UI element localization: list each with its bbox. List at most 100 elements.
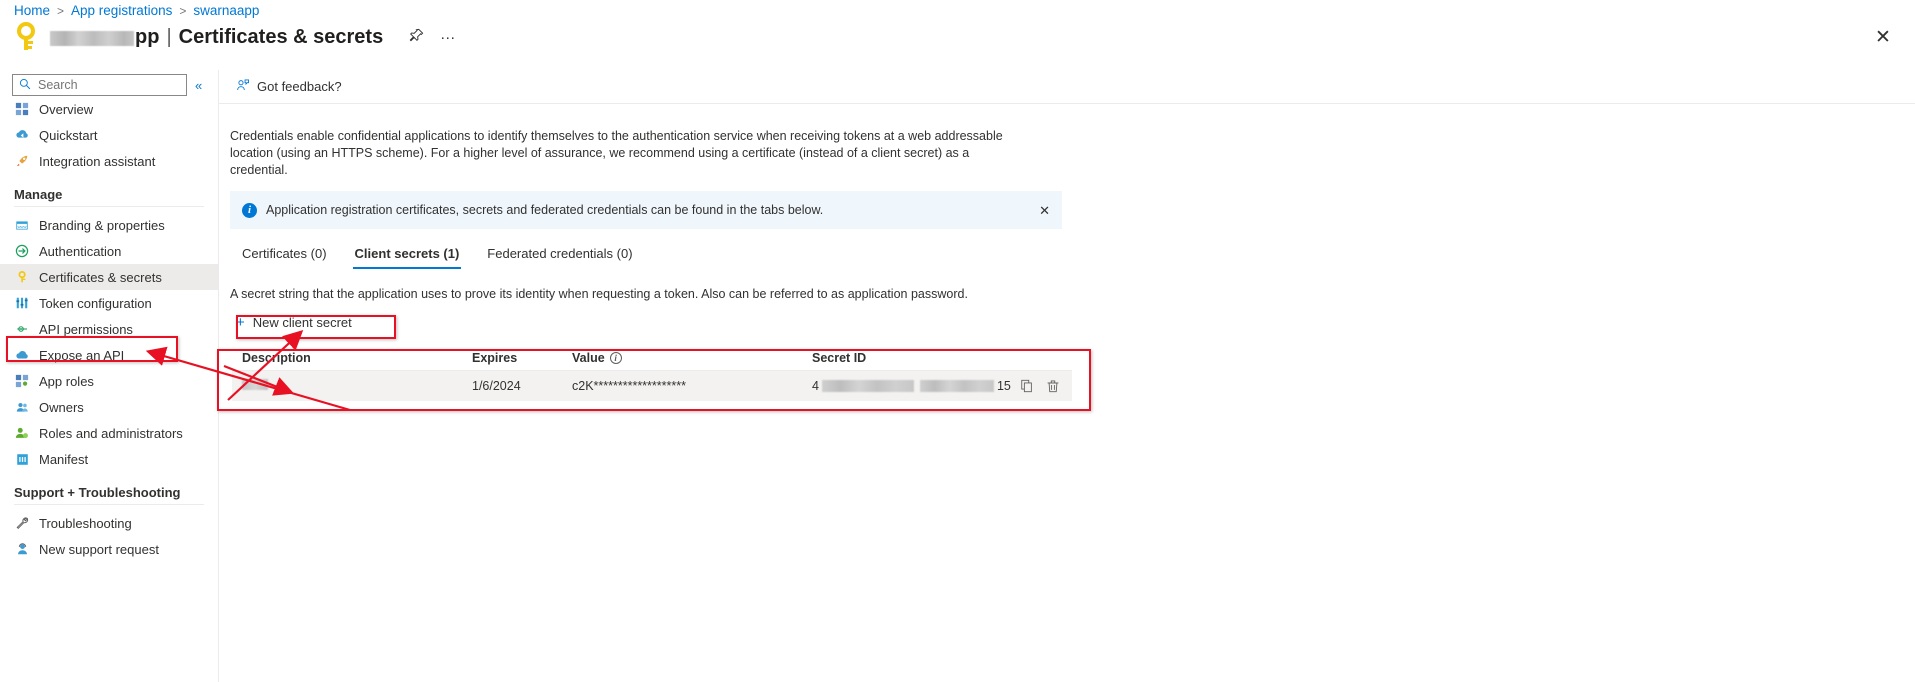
- sidebar-item-new-support-request[interactable]: New support request: [0, 536, 218, 562]
- cell-description: [232, 379, 472, 393]
- close-icon[interactable]: ✕: [1871, 25, 1895, 49]
- got-feedback-label: Got feedback?: [257, 79, 342, 94]
- breadcrumb-item-swarnaapp[interactable]: swarnaapp: [193, 3, 259, 18]
- support-request-icon: [14, 541, 30, 557]
- pin-icon[interactable]: [409, 28, 424, 47]
- breadcrumb-item-app-registrations[interactable]: App registrations: [71, 3, 172, 18]
- key-icon: [14, 269, 30, 285]
- info-banner-text: Application registration certificates, s…: [266, 203, 824, 217]
- sidebar-item-label: Branding & properties: [39, 217, 165, 233]
- sidebar-item-owners[interactable]: Owners: [0, 394, 218, 420]
- sidebar-item-branding-properties[interactable]: www Branding & properties: [0, 212, 218, 238]
- command-bar: Got feedback?: [218, 70, 1915, 104]
- sidebar-item-quickstart[interactable]: Quickstart: [0, 122, 218, 148]
- breadcrumb-separator: >: [57, 3, 65, 18]
- more-options-icon[interactable]: ···: [440, 29, 455, 46]
- sidebar-item-api-permissions[interactable]: API permissions: [0, 316, 218, 342]
- cell-expires: 1/6/2024: [472, 379, 521, 393]
- credentials-description: Credentials enable confidential applicat…: [230, 129, 1003, 177]
- sidebar-item-label: New support request: [39, 541, 159, 557]
- expose-api-icon: [14, 347, 30, 363]
- sidebar-item-label: Overview: [39, 101, 94, 117]
- quickstart-icon: [14, 127, 30, 143]
- sidebar-item-overview[interactable]: Overview: [0, 96, 218, 122]
- owners-icon: [14, 399, 30, 415]
- sidebar-item-label: Quickstart: [39, 127, 98, 143]
- column-header-secret-id[interactable]: Secret ID: [812, 351, 1072, 365]
- redacted-app-name: [50, 30, 134, 46]
- search-box[interactable]: [12, 74, 187, 96]
- breadcrumb-item-home[interactable]: Home: [14, 3, 50, 18]
- tab-federated-credentials[interactable]: Federated credentials (0): [473, 246, 646, 269]
- sidebar-item-label: Integration assistant: [39, 153, 156, 169]
- redacted-description: [242, 379, 268, 390]
- sidebar-item-label: App roles: [39, 373, 94, 389]
- sidebar-item-label: Expose an API: [39, 347, 125, 363]
- redacted-secret-id: [919, 380, 994, 392]
- sidebar-item-app-roles[interactable]: App roles: [0, 368, 218, 394]
- table-header-row: Description Expires Value i Secret ID: [232, 345, 1072, 371]
- api-permissions-icon: [14, 321, 30, 337]
- new-client-secret-button[interactable]: + New client secret: [232, 312, 356, 333]
- feedback-icon: [236, 79, 250, 95]
- svg-text:www: www: [18, 223, 27, 228]
- app-roles-icon: [14, 373, 30, 389]
- column-header-description[interactable]: Description: [232, 351, 472, 365]
- collapse-sidebar-button[interactable]: «: [195, 78, 202, 93]
- sidebar-item-label: Certificates & secrets: [39, 269, 162, 285]
- sidebar-item-label: Authentication: [39, 243, 122, 259]
- info-banner: i Application registration certificates,…: [230, 191, 1062, 229]
- cell-value: c2K*******************: [572, 379, 686, 393]
- sidebar-item-label: Manifest: [39, 451, 89, 467]
- column-header-value[interactable]: Value i: [572, 351, 812, 365]
- overview-icon: [14, 101, 30, 117]
- sidebar-item-token-configuration[interactable]: Token configuration: [0, 290, 218, 316]
- secret-id-prefix: 4: [812, 379, 819, 393]
- divider: [14, 206, 204, 207]
- delete-icon[interactable]: [1046, 379, 1060, 393]
- app-name-suffix: pp: [135, 25, 160, 48]
- sidebar-top-items: Overview Quickstart Integration assistan…: [0, 96, 218, 174]
- sidebar-item-troubleshooting[interactable]: Troubleshooting: [0, 510, 218, 536]
- authentication-icon: [14, 243, 30, 259]
- main-content: Got feedback? Credentials enable confide…: [218, 70, 1915, 682]
- page-title: pp | Certificates & secrets: [50, 26, 383, 49]
- tab-certificates[interactable]: Certificates (0): [228, 246, 341, 269]
- plus-icon: +: [236, 314, 245, 331]
- page-title-text: Certificates & secrets: [178, 25, 384, 48]
- sidebar-item-roles-and-administrators[interactable]: Roles and administrators: [0, 420, 218, 446]
- divider: [14, 504, 204, 505]
- sidebar-item-certificates-secrets[interactable]: Certificates & secrets: [0, 264, 218, 290]
- client-secrets-description: A secret string that the application use…: [230, 287, 968, 301]
- token-configuration-icon: [14, 295, 30, 311]
- got-feedback-button[interactable]: Got feedback?: [236, 79, 342, 95]
- sidebar-item-label: Owners: [39, 399, 84, 415]
- sidebar-item-authentication[interactable]: Authentication: [0, 238, 218, 264]
- manifest-icon: [14, 451, 30, 467]
- sidebar-item-expose-an-api[interactable]: Expose an API: [0, 342, 218, 368]
- divider: [218, 70, 219, 682]
- search-input[interactable]: [36, 77, 174, 93]
- page-header: pp | Certificates & secrets ···: [14, 22, 455, 52]
- sidebar-group-title-manage: Manage: [14, 187, 63, 202]
- sidebar-group-title-support: Support + Troubleshooting: [14, 485, 181, 500]
- sidebar-item-integration-assistant[interactable]: Integration assistant: [0, 148, 218, 174]
- copy-icon[interactable]: [1020, 379, 1034, 393]
- close-icon[interactable]: ✕: [1039, 204, 1050, 217]
- sidebar-group-manage: www Branding & properties Authentication…: [0, 212, 218, 472]
- column-header-expires[interactable]: Expires: [472, 351, 572, 365]
- sidebar-item-manifest[interactable]: Manifest: [0, 446, 218, 472]
- rocket-icon: [14, 153, 30, 169]
- breadcrumb-separator: >: [179, 3, 187, 18]
- key-icon: [14, 22, 40, 52]
- sidebar-item-label: API permissions: [39, 321, 133, 337]
- table-row[interactable]: 1/6/2024 c2K******************* 4 15: [232, 371, 1072, 401]
- cell-secret-id: 4 15: [812, 379, 1072, 393]
- tab-client-secrets[interactable]: Client secrets (1): [341, 246, 474, 269]
- breadcrumb: Home > App registrations > swarnaapp: [14, 3, 259, 18]
- sidebar-item-label: Roles and administrators: [39, 425, 183, 441]
- new-client-secret-label: New client secret: [252, 315, 352, 330]
- info-icon[interactable]: i: [609, 351, 622, 364]
- roles-administrators-icon: [14, 425, 30, 441]
- troubleshooting-icon: [14, 515, 30, 531]
